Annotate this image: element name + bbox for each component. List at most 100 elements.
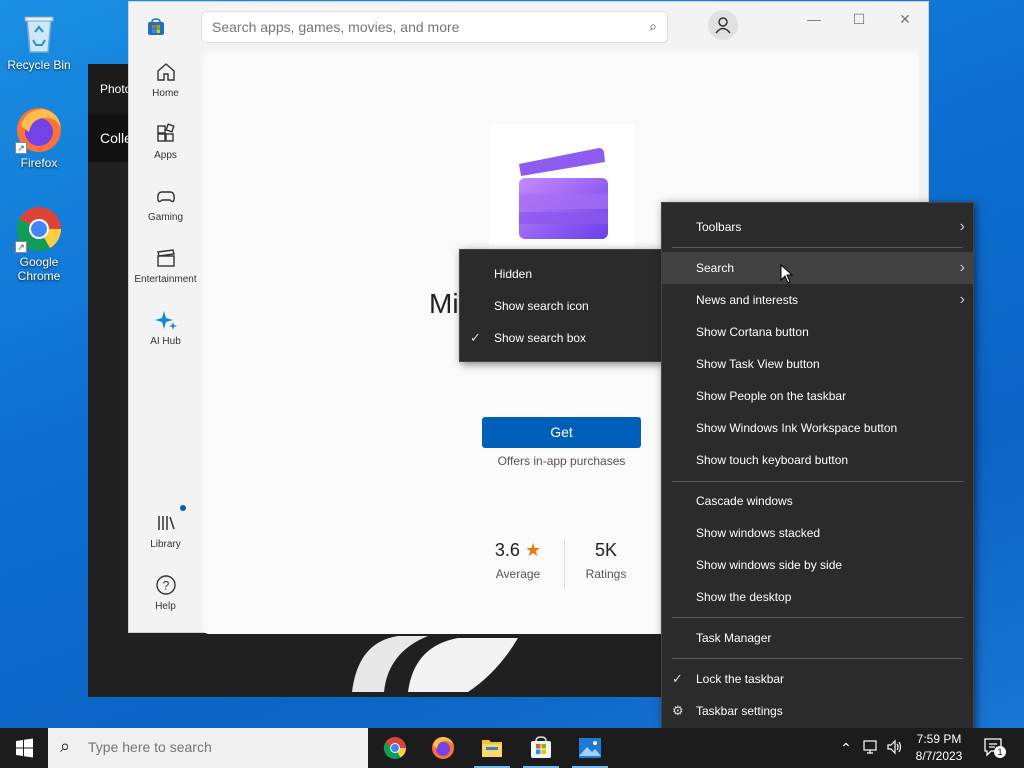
desktop-icon-google-chrome[interactable]: ↗ Google Chrome bbox=[1, 205, 77, 283]
taskbar-chrome-button[interactable] bbox=[371, 728, 419, 768]
ratings-count-stat: 5K Ratings bbox=[576, 540, 636, 581]
desktop-icon-label: Recycle Bin bbox=[7, 58, 71, 72]
minimize-button[interactable]: — bbox=[791, 8, 837, 32]
desktop-icon-recycle-bin[interactable]: Recycle Bin bbox=[1, 8, 77, 72]
taskbar: ⌕ ⌃ bbox=[0, 728, 1024, 768]
rating-value: 3.6 bbox=[494, 540, 520, 560]
menu-item-toolbars[interactable]: Toolbars › bbox=[662, 211, 973, 243]
menu-item-show-the-desktop[interactable]: Show the desktop bbox=[662, 581, 973, 613]
ratings-label: Ratings bbox=[585, 567, 627, 581]
home-icon bbox=[154, 60, 178, 84]
menu-item-task-manager[interactable]: Task Manager bbox=[662, 622, 973, 654]
nav-item-home[interactable]: Home bbox=[129, 60, 202, 99]
menu-item-label: Show search icon bbox=[494, 299, 589, 313]
menu-separator bbox=[672, 658, 963, 659]
menu-item-show-task-view-button[interactable]: Show Task View button bbox=[662, 348, 973, 380]
menu-item-news-and-interests[interactable]: News and interests › bbox=[662, 284, 973, 316]
nav-item-label: Library bbox=[150, 539, 181, 550]
nav-item-gaming[interactable]: Gaming bbox=[129, 184, 202, 223]
menu-item-label: Show touch keyboard button bbox=[696, 453, 849, 467]
taskbar-photos-button[interactable] bbox=[566, 728, 614, 768]
entertainment-icon bbox=[154, 246, 178, 270]
menu-item-show-windows-stacked[interactable]: Show windows stacked bbox=[662, 517, 973, 549]
menu-item-cascade-windows[interactable]: Cascade windows bbox=[662, 485, 973, 517]
menu-item-lock-the-taskbar[interactable]: ✓ Lock the taskbar bbox=[662, 663, 973, 695]
maximize-button[interactable]: ☐ bbox=[836, 8, 882, 32]
network-icon[interactable] bbox=[861, 738, 881, 758]
menu-item-label: Show People on the taskbar bbox=[696, 389, 847, 403]
menu-item-label: Hidden bbox=[494, 267, 533, 281]
menu-separator bbox=[672, 617, 963, 618]
taskbar-file-explorer-button[interactable] bbox=[468, 728, 516, 768]
taskbar-store-button[interactable] bbox=[517, 728, 565, 768]
nav-item-apps[interactable]: Apps bbox=[129, 122, 202, 161]
menu-item-label: Show Cortana button bbox=[696, 325, 809, 339]
search-icon[interactable]: ⌕ bbox=[649, 18, 657, 35]
action-center-button[interactable]: 1 bbox=[980, 736, 1010, 760]
taskbar-search-input[interactable] bbox=[88, 739, 358, 755]
taskbar-search-box[interactable]: ⌕ bbox=[48, 728, 368, 768]
nav-item-library[interactable]: Library bbox=[129, 505, 202, 550]
get-button[interactable]: Get bbox=[482, 417, 641, 448]
firefox-icon bbox=[432, 737, 454, 759]
app-title: Mi bbox=[429, 288, 459, 319]
nav-item-label: Home bbox=[152, 88, 179, 99]
system-clock[interactable]: 7:59 PM 8/7/2023 bbox=[908, 731, 970, 765]
search-submenu: Hidden Show search icon ✓ Show search bo… bbox=[459, 249, 663, 362]
desktop-icon-firefox[interactable]: ↗ Firefox bbox=[1, 106, 77, 170]
menu-item-taskbar-settings[interactable]: ⚙ Taskbar settings bbox=[662, 695, 973, 727]
menu-item-label: Cascade windows bbox=[696, 494, 793, 508]
menu-item-label: Show windows stacked bbox=[696, 526, 821, 540]
menu-item-label: Show search box bbox=[494, 331, 587, 345]
desktop-icon-label: Google Chrome bbox=[17, 255, 61, 283]
chevron-right-icon: › bbox=[959, 218, 965, 235]
menu-item-search[interactable]: Search › bbox=[662, 252, 973, 284]
nav-item-ai-hub[interactable]: AI Hub bbox=[129, 308, 202, 347]
store-search-box[interactable]: ⌕ bbox=[201, 11, 668, 43]
menu-item-label: Show Windows Ink Workspace button bbox=[696, 421, 898, 435]
chrome-icon: ↗ bbox=[15, 205, 63, 253]
close-button[interactable]: ✕ bbox=[882, 8, 928, 32]
library-icon bbox=[154, 505, 186, 535]
store-nav-rail: Home Apps Gaming Entertainment AI Hub Li… bbox=[129, 2, 202, 632]
start-button[interactable] bbox=[0, 728, 48, 768]
menu-item-show-search-icon[interactable]: Show search icon bbox=[460, 290, 662, 322]
volume-icon[interactable] bbox=[885, 738, 905, 758]
clock-date: 8/7/2023 bbox=[915, 749, 963, 763]
notification-dot-icon bbox=[179, 505, 186, 511]
clipchamp-app-icon bbox=[489, 124, 634, 269]
rating-stat: 3.6 ★ Average bbox=[483, 540, 553, 581]
menu-item-hidden[interactable]: Hidden bbox=[460, 258, 662, 290]
ai-hub-icon bbox=[154, 308, 178, 332]
store-search-input[interactable] bbox=[212, 19, 632, 35]
search-icon: ⌕ bbox=[60, 736, 71, 756]
nav-item-help[interactable]: ? Help bbox=[129, 573, 202, 612]
checkmark-icon: ✓ bbox=[672, 671, 683, 686]
menu-item-label: News and interests bbox=[696, 293, 799, 307]
shortcut-arrow-icon: ↗ bbox=[15, 241, 27, 253]
menu-item-label: Show the desktop bbox=[696, 590, 792, 604]
photos-thumbnail-art bbox=[352, 636, 518, 692]
chevron-up-icon[interactable]: ⌃ bbox=[836, 738, 856, 758]
menu-item-show-search-box[interactable]: ✓ Show search box bbox=[460, 322, 662, 354]
user-avatar-icon[interactable] bbox=[708, 10, 738, 40]
taskbar-firefox-button[interactable] bbox=[419, 728, 467, 768]
nav-item-entertainment[interactable]: Entertainment bbox=[129, 246, 202, 285]
nav-item-label: Apps bbox=[154, 150, 177, 161]
menu-item-show-people[interactable]: Show People on the taskbar bbox=[662, 380, 973, 412]
menu-item-show-touch-keyboard[interactable]: Show touch keyboard button bbox=[662, 444, 973, 476]
shortcut-arrow-icon: ↗ bbox=[15, 142, 27, 154]
nav-item-label: Gaming bbox=[147, 212, 183, 223]
menu-separator bbox=[672, 481, 963, 482]
menu-item-label: Taskbar settings bbox=[696, 704, 783, 718]
clock-time: 7:59 PM bbox=[916, 732, 962, 746]
menu-separator bbox=[672, 247, 963, 248]
taskbar-context-menu: Toolbars › Search › News and interests ›… bbox=[661, 202, 974, 736]
menu-item-show-windows-side-by-side[interactable]: Show windows side by side bbox=[662, 549, 973, 581]
chevron-right-icon: › bbox=[959, 291, 965, 308]
mouse-cursor-icon bbox=[780, 264, 794, 284]
menu-item-label: Show Task View button bbox=[696, 357, 820, 371]
svg-text:?: ? bbox=[162, 579, 169, 593]
menu-item-show-cortana-button[interactable]: Show Cortana button bbox=[662, 316, 973, 348]
menu-item-show-windows-ink[interactable]: Show Windows Ink Workspace button bbox=[662, 412, 973, 444]
